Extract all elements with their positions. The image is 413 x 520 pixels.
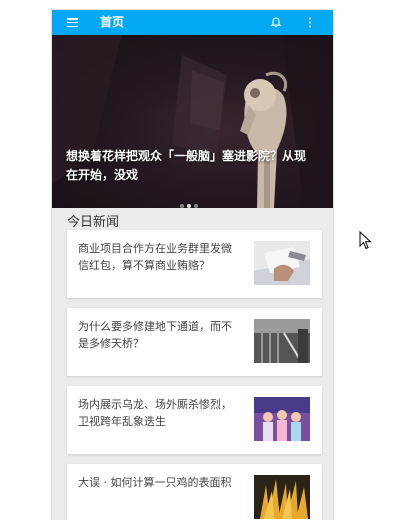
page-title: 首页	[100, 15, 125, 29]
news-thumbnail	[254, 241, 310, 285]
news-thumbnail	[254, 475, 310, 519]
news-card[interactable]: 商业项目合作方在业务群里发微信红包，算不算商业贿赂？	[67, 230, 322, 298]
news-title: 大误 · 如何计算一只鸡的表面积	[78, 476, 232, 489]
carousel-dot[interactable]	[194, 204, 198, 208]
news-title: 场内展示乌龙、场外厮杀惨烈，卫视跨年乱象迭生	[78, 398, 232, 428]
carousel-dot[interactable]	[180, 204, 184, 208]
news-card[interactable]: 场内展示乌龙、场外厮杀惨烈，卫视跨年乱象迭生	[67, 386, 322, 454]
more-vertical-icon[interactable]	[308, 17, 312, 28]
hero-title: 想换着花样把观众「一般脑」塞进影院？从现在开始，没戏	[66, 149, 307, 182]
bell-icon[interactable]	[271, 17, 281, 28]
hero-banner[interactable]: 想换着花样把观众「一般脑」塞进影院？从现在开始，没戏	[52, 35, 333, 208]
news-title: 商业项目合作方在业务群里发微信红包，算不算商业贿赂？	[78, 242, 232, 272]
news-thumbnail	[254, 397, 310, 441]
phone-screen: 首页 想换着花样把观众「一般脑」塞进影院？从现在开始，没戏 今日新闻 商业项目合…	[52, 10, 333, 520]
news-card[interactable]: 大误 · 如何计算一只鸡的表面积	[67, 464, 322, 520]
mouse-cursor-icon	[359, 231, 372, 250]
news-title: 为什么要多修建地下通道，而不是多修天桥？	[78, 320, 232, 350]
carousel-indicator	[180, 193, 201, 208]
app-bar: 首页	[52, 10, 333, 35]
news-thumbnail	[254, 319, 310, 363]
news-card[interactable]: 为什么要多修建地下通道，而不是多修天桥？	[67, 308, 322, 376]
carousel-dot-active[interactable]	[187, 204, 191, 208]
menu-icon[interactable]	[67, 18, 78, 28]
